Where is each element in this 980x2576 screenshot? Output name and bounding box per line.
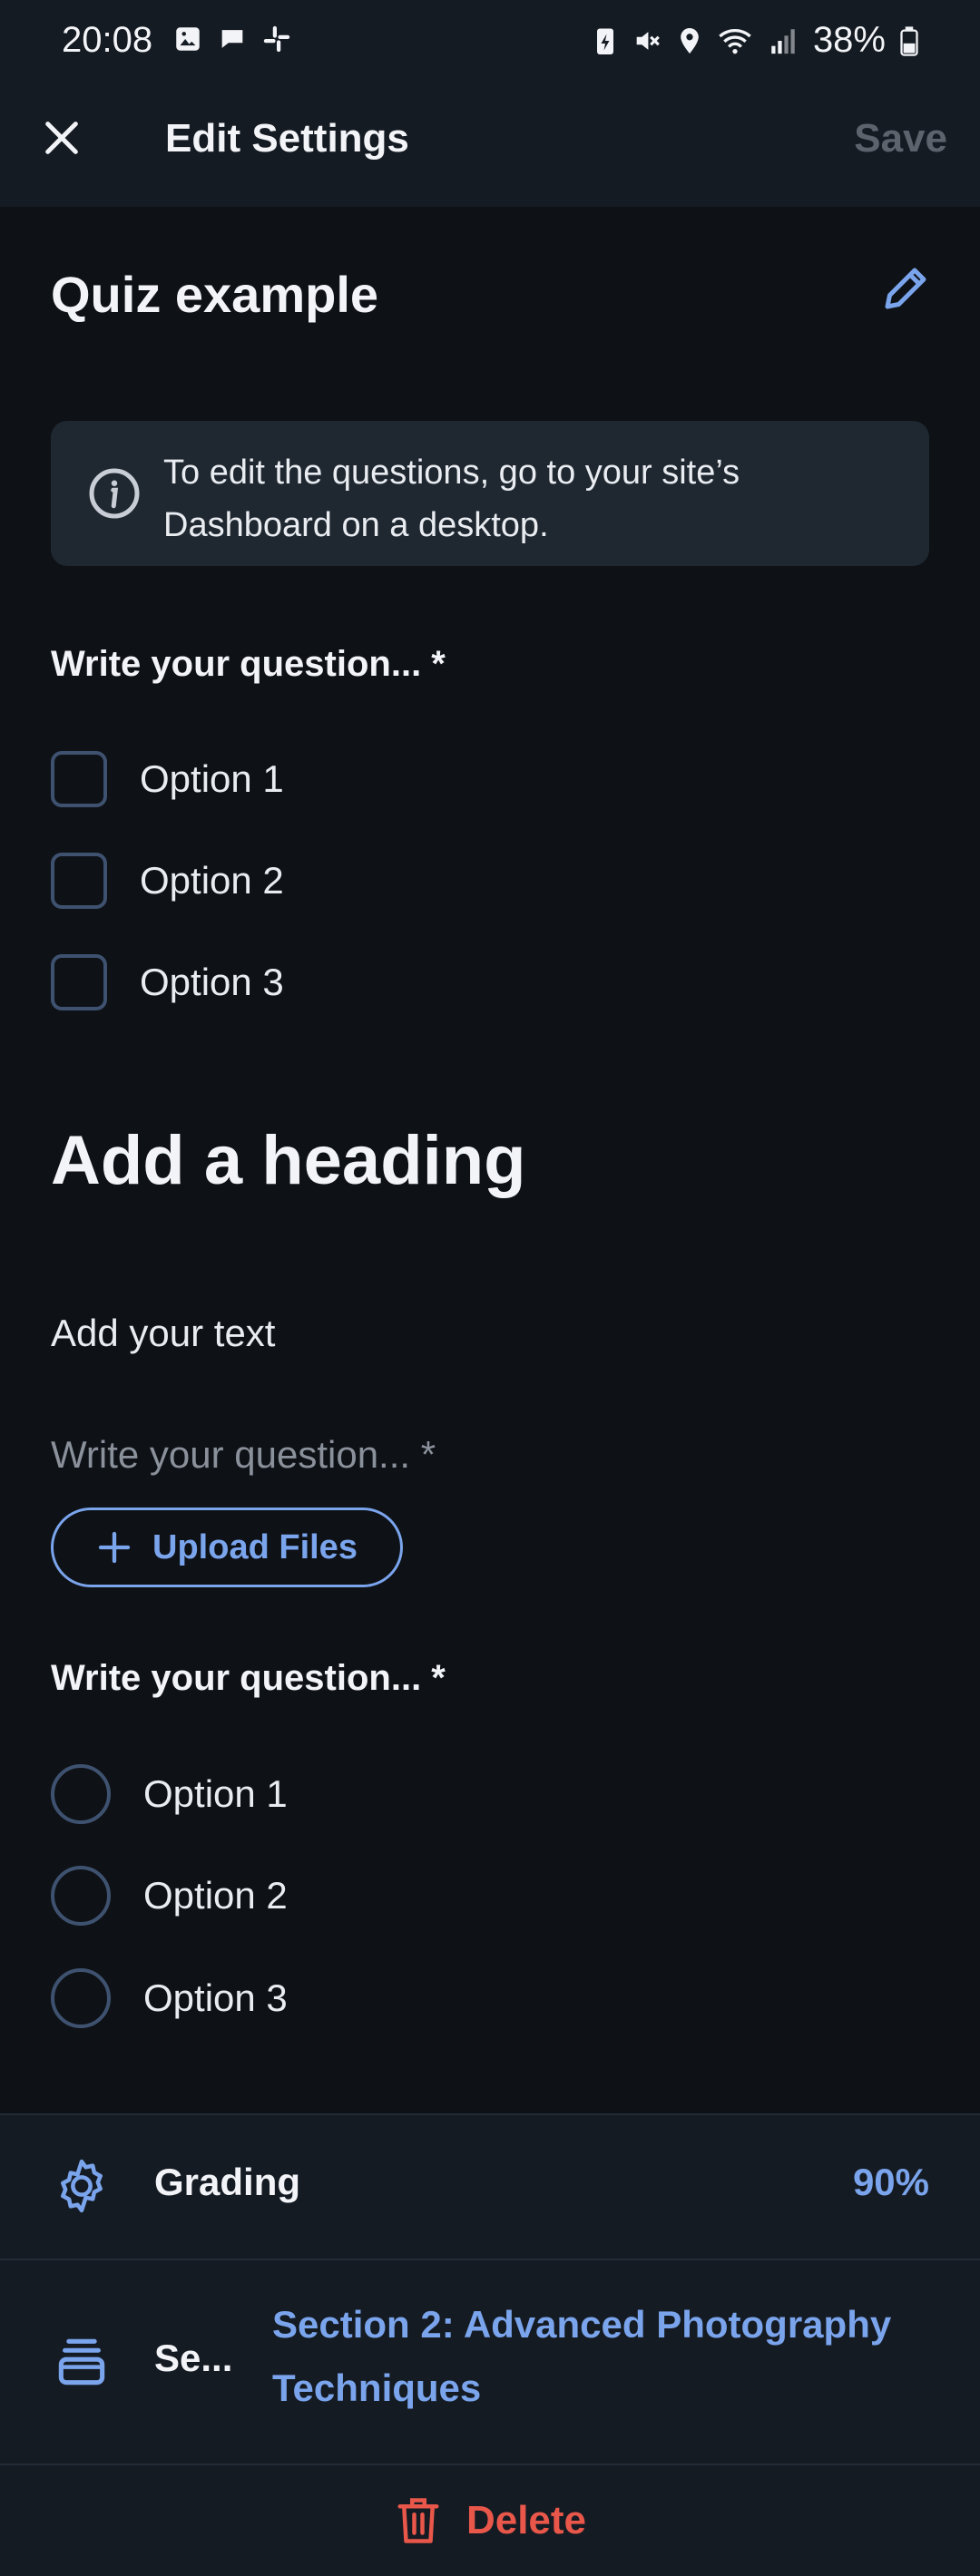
status-system-icons: 38% xyxy=(593,20,918,61)
wifi-icon xyxy=(719,28,751,54)
option-label: Option 1 xyxy=(140,757,284,800)
question-3-label: Write your question... * xyxy=(51,1658,446,1698)
option-label: Option 3 xyxy=(143,1976,288,2019)
grading-value: 90% xyxy=(852,2161,929,2203)
heading-block: Add a heading xyxy=(51,1122,526,1199)
chat-icon xyxy=(221,30,243,48)
option-label: Option 3 xyxy=(140,961,284,1003)
option-label: Option 2 xyxy=(143,1874,288,1917)
question-1-option-1[interactable]: Option 1 xyxy=(51,747,284,811)
grading-label: Grading xyxy=(154,2161,301,2203)
info-text: To edit the questions, go to your site’s… xyxy=(163,454,740,544)
location-icon xyxy=(681,27,699,54)
quiz-content: Quiz example To edit the questions, go t… xyxy=(0,207,980,2112)
save-button[interactable]: Save xyxy=(854,116,947,161)
battery-icon xyxy=(900,25,918,56)
gear-icon xyxy=(51,2155,113,2217)
checkbox[interactable] xyxy=(51,853,107,909)
info-banner: To edit the questions, go to your site’s… xyxy=(51,421,929,566)
section-row[interactable]: Se... Section 2: Advanced Photography Te… xyxy=(0,2259,980,2464)
question-3-option-1[interactable]: Option 1 xyxy=(51,1762,288,1826)
radio-button[interactable] xyxy=(51,1968,111,2028)
section-label: Se... xyxy=(154,2337,233,2379)
plus-icon xyxy=(98,1531,131,1564)
app-bar: Edit Settings Save xyxy=(0,85,980,207)
option-label: Option 1 xyxy=(143,1772,288,1815)
radio-button[interactable] xyxy=(51,1764,111,1824)
checkbox[interactable] xyxy=(51,954,107,1010)
stack-icon xyxy=(51,2331,113,2393)
question-2-placeholder: Write your question... * xyxy=(51,1433,436,1476)
text-block: Add your text xyxy=(51,1312,276,1354)
delete-label: Delete xyxy=(466,2498,587,2542)
radio-button[interactable] xyxy=(51,1866,111,1926)
battery-level: 38% xyxy=(812,20,886,60)
signal-icon xyxy=(771,28,795,54)
page-title: Edit Settings xyxy=(165,116,409,161)
pencil-icon xyxy=(885,268,926,309)
status-bar: 20:08 38% xyxy=(0,0,980,85)
close-icon xyxy=(45,122,78,154)
option-label: Option 2 xyxy=(140,859,284,902)
image-icon xyxy=(176,27,200,51)
info-icon xyxy=(87,466,142,521)
close-button[interactable] xyxy=(36,112,87,163)
upload-files-button[interactable]: Upload Files xyxy=(51,1508,403,1587)
upload-files-label: Upload Files xyxy=(152,1527,358,1566)
question-3-option-3[interactable]: Option 3 xyxy=(51,1966,288,2030)
status-time: 20:08 xyxy=(62,20,153,60)
quiz-title: Quiz example xyxy=(51,266,379,323)
slack-icon xyxy=(263,25,290,53)
status-notification-icons xyxy=(172,24,292,54)
question-1-option-3[interactable]: Option 3 xyxy=(51,951,284,1014)
battery-saver-icon xyxy=(596,28,613,54)
grading-row[interactable]: Grading 90% xyxy=(0,2113,980,2259)
checkbox[interactable] xyxy=(51,751,107,807)
question-1-label: Write your question... * xyxy=(51,644,446,684)
question-1-option-2[interactable]: Option 2 xyxy=(51,849,284,912)
section-value: Section 2: Advanced Photography Techniqu… xyxy=(272,2303,892,2409)
question-3-option-2[interactable]: Option 2 xyxy=(51,1864,288,1927)
trash-icon xyxy=(397,2498,439,2543)
mute-icon xyxy=(636,31,660,50)
delete-button[interactable]: Delete xyxy=(0,2464,980,2576)
edit-title-button[interactable] xyxy=(878,261,933,316)
